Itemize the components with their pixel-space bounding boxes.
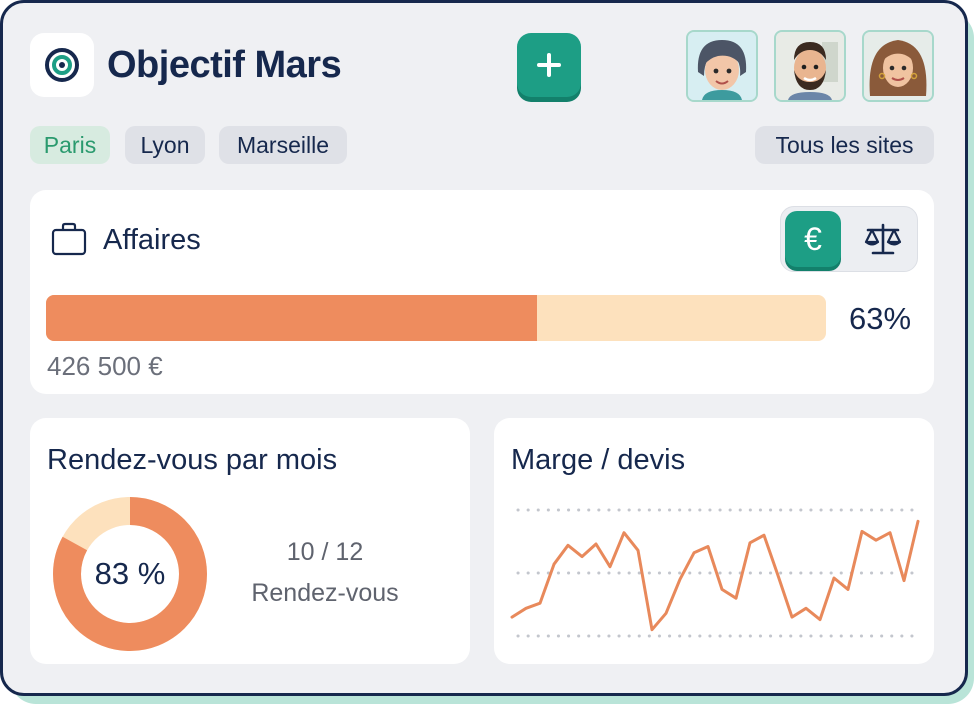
avatar-man-beard[interactable] xyxy=(774,30,846,102)
avatar-woman-curly-hair[interactable] xyxy=(862,30,934,102)
scale-icon xyxy=(864,223,902,255)
scale-toggle-button[interactable] xyxy=(855,211,911,267)
affaires-percent: 63% xyxy=(849,301,912,336)
page-title: Objectif Mars xyxy=(107,44,342,86)
tab-marseille[interactable]: Marseille xyxy=(219,126,347,164)
tab-lyon[interactable]: Lyon xyxy=(125,126,205,164)
donut-percent: 83 % xyxy=(94,556,166,591)
plus-icon xyxy=(537,53,561,77)
rendezvous-title: Rendez-vous par mois xyxy=(47,444,338,476)
target-icon xyxy=(45,48,79,82)
affaires-amount: 426 500 € xyxy=(47,351,163,381)
affaires-progress-bar xyxy=(46,295,826,341)
add-button[interactable] xyxy=(517,33,581,97)
briefcase-icon xyxy=(51,222,87,256)
euro-icon: € xyxy=(804,221,822,257)
tab-paris[interactable]: Paris xyxy=(30,126,110,164)
meeting-label: Rendez-vous xyxy=(251,579,399,607)
logo-tile xyxy=(30,33,94,97)
affaires-progress-fill xyxy=(46,295,538,341)
marge-line-chart xyxy=(510,508,920,638)
avatar-woman-short-hair[interactable] xyxy=(686,30,758,102)
all-sites-button[interactable]: Tous les sites xyxy=(755,126,934,164)
euro-toggle-button[interactable]: € xyxy=(785,211,841,267)
currency-toggle: € xyxy=(780,206,918,272)
chart-series-line xyxy=(510,519,920,632)
affaires-title: Affaires xyxy=(103,224,201,256)
meeting-ratio: 10 / 12 xyxy=(286,538,364,566)
